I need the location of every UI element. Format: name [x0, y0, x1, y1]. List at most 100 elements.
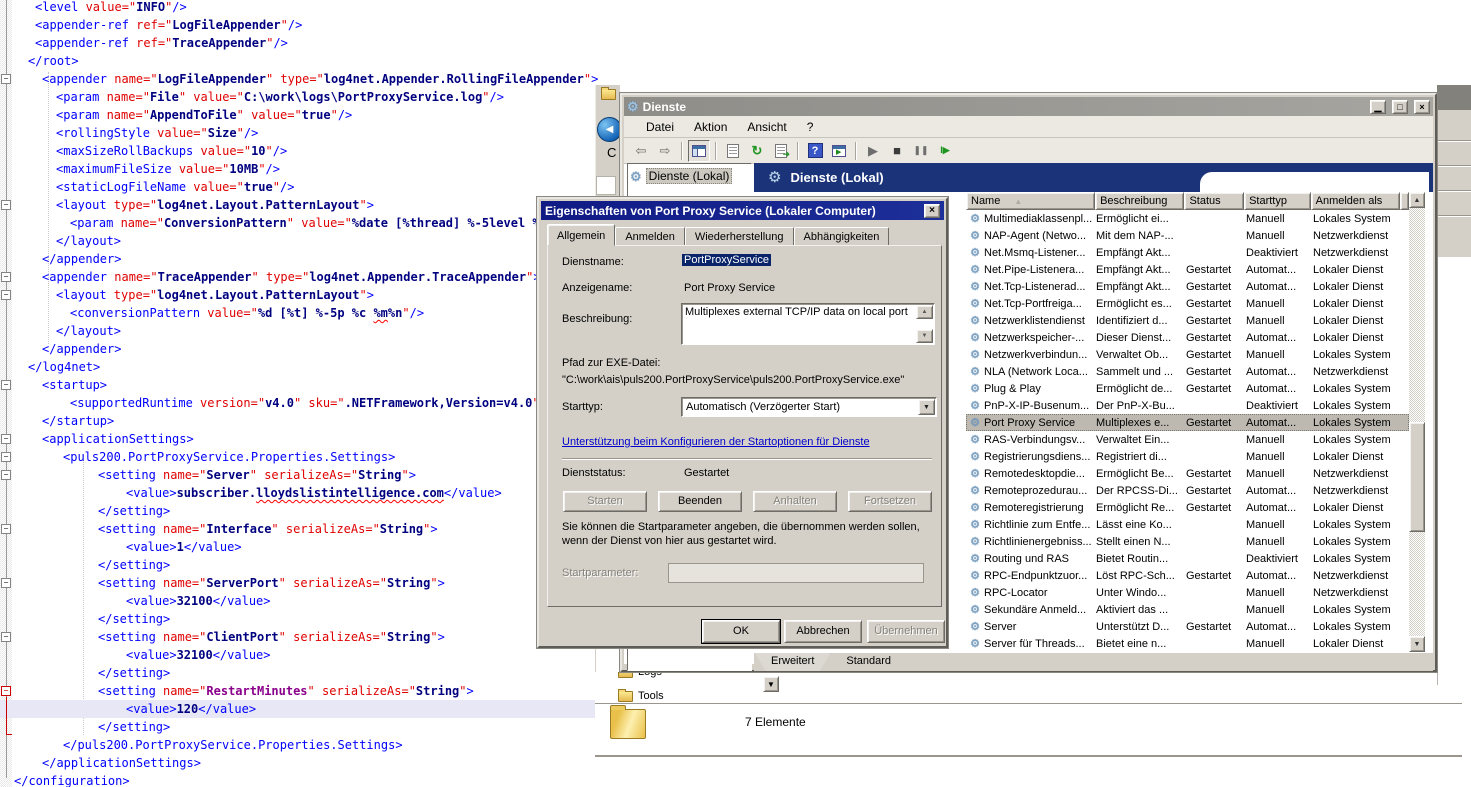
service-row[interactable]: ⚙Remotedesktopdie...Ermöglicht Be...Gest… — [966, 465, 1409, 482]
service-row[interactable]: ⚙Netzwerkverbindun...Verwaltet Ob...Gest… — [966, 346, 1409, 363]
service-row[interactable]: ⚙Port Proxy ServiceMultiplexes e...Gesta… — [966, 414, 1409, 431]
menu-item-ansicht[interactable]: Ansicht — [737, 118, 796, 136]
explorer-combo-dropdown-button[interactable]: ▼ — [763, 676, 779, 692]
scroll-up-icon[interactable]: ▲ — [916, 305, 933, 319]
service-row[interactable]: ⚙ServerUnterstützt D...GestartetAutomat.… — [966, 618, 1409, 635]
refresh-icon[interactable]: ↻ — [746, 140, 768, 162]
beschreibung-textbox[interactable]: Multiplexes external TCP/IP data on loca… — [681, 303, 935, 345]
service-row[interactable]: ⚙Net.Pipe-Listenera...Empfängt Akt...Ges… — [966, 261, 1409, 278]
column-header-status[interactable]: Status — [1184, 192, 1244, 210]
ok-button[interactable]: OK — [702, 620, 780, 643]
column-header-name[interactable]: Name▲ — [966, 192, 1095, 210]
menu-item-aktion[interactable]: Aktion — [684, 118, 737, 136]
dialog-titlebar[interactable]: Eigenschaften von Port Proxy Service (Lo… — [541, 201, 944, 220]
start-service-icon[interactable]: ▶ — [862, 140, 884, 162]
fold-collapse-icon[interactable]: − — [1, 524, 11, 534]
explorer-tree-item[interactable]: Tools — [618, 690, 664, 702]
service-row[interactable]: ⚙RemoteregistrierungErmöglicht Re...Gest… — [966, 499, 1409, 516]
abbrechen-button[interactable]: Abbrechen — [784, 620, 862, 643]
fold-collapse-icon[interactable]: − — [1, 272, 11, 282]
pause-service-icon[interactable]: ❚❚ — [910, 140, 932, 162]
tab-anmelden[interactable]: Anmelden — [615, 227, 685, 246]
service-row[interactable]: ⚙Netzwerkspeicher-...Dieser Dienst...Ges… — [966, 329, 1409, 346]
fold-collapse-icon[interactable]: − — [1, 452, 11, 462]
starttyp-combobox[interactable]: Automatisch (Verzögerter Start) ▼ — [681, 397, 937, 417]
tab-wiederherstellung[interactable]: Wiederherstellung — [685, 227, 794, 246]
service-gear-icon: ⚙ — [966, 212, 984, 225]
fold-collapse-icon[interactable]: − — [1, 578, 11, 588]
starten-button[interactable]: Starten — [563, 491, 647, 512]
view-tab-standard[interactable]: Standard — [830, 653, 907, 671]
service-cell: Automat... — [1246, 502, 1313, 514]
service-row[interactable]: ⚙Remoteprozedurau...Der RPCSS-Di...Gesta… — [966, 482, 1409, 499]
chevron-down-icon[interactable]: ▼ — [918, 399, 935, 415]
fold-collapse-icon-active[interactable]: − — [1, 686, 11, 696]
minimize-button[interactable]: ▁ — [1370, 100, 1386, 114]
service-row[interactable]: ⚙NAP-Agent (Netwo...Mit dem NAP-...Manue… — [966, 227, 1409, 244]
tree-item-dienste-lokal[interactable]: ⚙ Dienste (Lokal) — [630, 168, 749, 184]
service-row[interactable]: ⚙Server für Threads...Bietet eine n...Ma… — [966, 635, 1409, 652]
service-row[interactable]: ⚙PnP-X-IP-Busenum...Der PnP-X-Bu...Deakt… — [966, 397, 1409, 414]
service-cell: Richtlinienergebniss... — [984, 536, 1096, 548]
service-row[interactable]: ⚙RAS-Verbindungsv...Verwaltet Ein...Manu… — [966, 431, 1409, 448]
fold-collapse-icon[interactable]: − — [1, 290, 11, 300]
service-row[interactable]: ⚙NLA (Network Loca...Sammelt und ...Gest… — [966, 363, 1409, 380]
scrollbar-thumb[interactable] — [1409, 422, 1425, 532]
scroll-down-icon[interactable]: ▼ — [916, 329, 933, 343]
fold-collapse-icon[interactable]: − — [1, 74, 11, 84]
column-header-starttyp[interactable]: Starttyp — [1244, 192, 1311, 210]
view-tab-erweitert[interactable]: Erweitert — [755, 653, 830, 671]
stop-service-icon[interactable]: ■ — [886, 140, 908, 162]
tab-abhängigkeiten[interactable]: Abhängigkeiten — [794, 227, 890, 246]
service-row[interactable]: ⚙Richtlinienergebniss...Stellt einen N..… — [966, 533, 1409, 550]
service-row[interactable]: ⚙Plug & PlayErmöglicht de...GestartetAut… — [966, 380, 1409, 397]
service-row[interactable]: ⚙Net.Msmq-Listener...Empfängt Akt...Deak… — [966, 244, 1409, 261]
extended-view-icon[interactable] — [828, 140, 850, 162]
service-row[interactable]: ⚙Richtlinie zum Entfe...Lässt eine Ko...… — [966, 516, 1409, 533]
fortsetzen-button[interactable]: Fortsetzen — [848, 491, 932, 512]
editor-fold-gutter[interactable]: − − − − − − − − − − − − — [0, 0, 13, 787]
fold-collapse-icon[interactable]: − — [1, 200, 11, 210]
column-header-beschreibung[interactable]: Beschreibung — [1095, 192, 1184, 210]
fold-collapse-icon[interactable]: − — [1, 434, 11, 444]
startparameter-input[interactable] — [668, 563, 924, 583]
service-row[interactable]: ⚙Multimediaklassenpl...Ermöglicht ei...M… — [966, 210, 1409, 227]
service-row[interactable]: ⚙Net.Tcp-Portfreiga...Ermöglicht es...Ge… — [966, 295, 1409, 312]
service-row[interactable]: ⚙NetzwerklistendienstIdentifiziert d...G… — [966, 312, 1409, 329]
scroll-up-icon[interactable]: ▲ — [1409, 192, 1425, 208]
service-row[interactable]: ⚙RPC-LocatorUnter Windo...ManuellNetzwer… — [966, 584, 1409, 601]
service-row[interactable]: ⚙Routing und RASBietet Routin...Deaktivi… — [966, 550, 1409, 567]
forward-icon[interactable]: ⇨ — [654, 140, 676, 162]
dienste-titlebar[interactable]: ⚙ Dienste ▁ □ × — [624, 97, 1433, 116]
fold-collapse-icon[interactable]: − — [1, 380, 11, 390]
restart-service-icon[interactable]: I▶ — [934, 140, 956, 162]
beenden-button[interactable]: Beenden — [658, 491, 742, 512]
service-row[interactable]: ⚙Sekundäre Anmeld...Aktiviert das ...Man… — [966, 601, 1409, 618]
column-header-anmeldenals[interactable]: Anmelden als — [1311, 192, 1400, 210]
close-button[interactable]: × — [1414, 100, 1430, 114]
explorer-tree-item[interactable]: Logs — [618, 672, 662, 678]
help-icon[interactable]: ? — [804, 140, 826, 162]
starttyp-label: Starttyp: — [562, 401, 603, 413]
menu-item-?[interactable]: ? — [797, 118, 824, 136]
startoptions-help-link[interactable]: Unterstützung beim Konfigurieren der Sta… — [562, 436, 870, 448]
fold-collapse-icon[interactable]: − — [1, 470, 11, 480]
list-scrollbar[interactable]: ▲ ▼ — [1409, 192, 1425, 652]
maximize-button[interactable]: □ — [1392, 100, 1408, 114]
explorer-back-button[interactable]: ◀ — [597, 117, 622, 142]
service-row[interactable]: ⚙Net.Tcp-Listenerad...Empfängt Akt...Ges… — [966, 278, 1409, 295]
service-row[interactable]: ⚙RPC-Endpunktzuor...Löst RPC-Sch...Gesta… — [966, 567, 1409, 584]
close-icon[interactable]: × — [924, 204, 940, 218]
explorer-folder-tree-strip: Logs Tools ▼ — [595, 672, 1462, 703]
export-list-icon[interactable] — [770, 140, 792, 162]
show-console-tree-icon[interactable] — [688, 140, 710, 162]
scroll-down-icon[interactable]: ▼ — [1409, 636, 1425, 652]
tab-allgemein[interactable]: Allgemein — [547, 224, 615, 246]
service-row[interactable]: ⚙Registrierungsdiens...Registriert di...… — [966, 448, 1409, 465]
back-icon[interactable]: ⇦ — [630, 140, 652, 162]
fold-collapse-icon[interactable]: − — [1, 632, 11, 642]
anhalten-button[interactable]: Anhalten — [753, 491, 837, 512]
properties-icon[interactable] — [722, 140, 744, 162]
menu-item-datei[interactable]: Datei — [636, 118, 684, 136]
uebernehmen-button[interactable]: Übernehmen — [867, 620, 945, 643]
